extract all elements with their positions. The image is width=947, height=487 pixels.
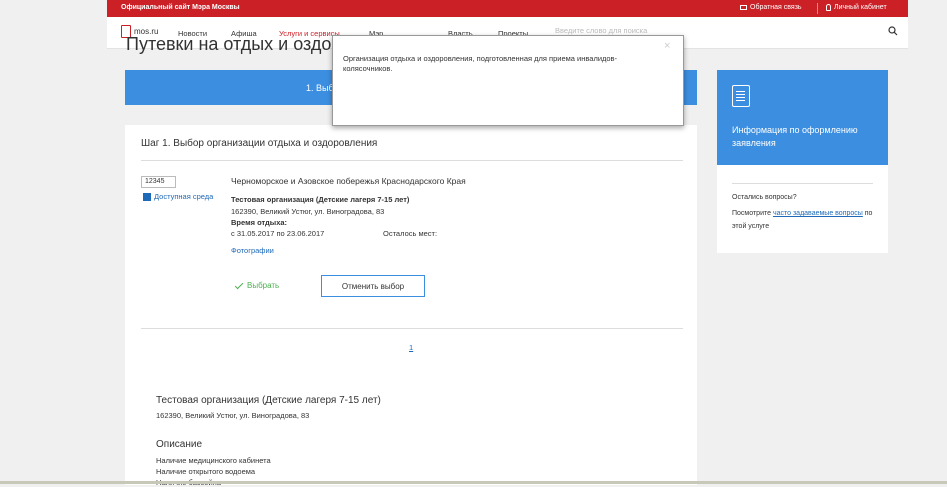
detail-organization-address: 162390, Великий Устюг, ул. Виноградова, … xyxy=(156,411,310,420)
cabinet-link[interactable]: Личный кабинет xyxy=(826,4,887,11)
organization-name: Тестовая организация (Детские лагеря 7-1… xyxy=(231,195,410,204)
cabinet-label: Личный кабинет xyxy=(834,4,887,11)
divider xyxy=(732,183,873,184)
feedback-link[interactable]: Обратная связь xyxy=(740,4,802,11)
search-icon[interactable] xyxy=(888,26,898,36)
top-bar: Официальный сайт Мэра Москвы Обратная св… xyxy=(107,0,908,17)
description-item: Наличие открытого водоема xyxy=(156,467,256,476)
description-item: Наличие медицинского кабинета xyxy=(156,456,271,465)
main-content: Шаг 1. Выбор организации отдыха и оздоро… xyxy=(125,125,697,487)
organization-address: 162390, Великий Устюг, ул. Виноградова, … xyxy=(231,207,385,216)
detail-organization-name: Тестовая организация (Детские лагеря 7-1… xyxy=(156,395,381,406)
rest-dates: с 31.05.2017 по 23.06.2017 xyxy=(231,229,325,238)
accessible-label: Доступная среда xyxy=(154,192,214,201)
tooltip-text: Организация отдыха и оздоровления, подго… xyxy=(343,54,618,73)
close-icon[interactable]: × xyxy=(664,40,670,52)
step-title: Шаг 1. Выбор организации отдыха и оздоро… xyxy=(141,138,378,149)
select-label: Выбрать xyxy=(247,281,280,290)
help-text: Посмотрите часто задаваемые вопросы по э… xyxy=(732,207,882,233)
places-left: Осталось мест: xyxy=(383,229,438,238)
photos-link[interactable]: Фотографии xyxy=(231,246,274,255)
document-icon xyxy=(732,85,750,107)
faq-link[interactable]: часто задаваемые вопросы xyxy=(773,210,863,217)
info-panel[interactable]: Информация по оформлению заявления xyxy=(717,70,888,165)
help-panel: Остались вопросы? Посмотрите часто задав… xyxy=(717,165,888,253)
select-button[interactable]: Выбрать xyxy=(234,280,280,290)
feedback-label: Обратная связь xyxy=(750,4,802,11)
search-input[interactable]: Введите слово для поиска xyxy=(555,26,647,35)
wheelchair-icon xyxy=(143,192,151,201)
questions-label: Остались вопросы? xyxy=(732,194,797,201)
accessible-environment-link[interactable]: Доступная среда xyxy=(143,192,213,201)
rest-time-label: Время отдыха: xyxy=(231,218,288,227)
divider xyxy=(141,160,683,161)
divider xyxy=(141,328,683,329)
help-prefix: Посмотрите xyxy=(732,210,772,217)
organization-region: Черноморское и Азовское побережья Красно… xyxy=(231,176,466,186)
check-icon xyxy=(234,280,244,289)
mail-icon xyxy=(740,5,747,10)
topbar-divider xyxy=(817,3,818,14)
cancel-selection-button[interactable]: Отменить выбор xyxy=(321,275,425,297)
user-icon xyxy=(826,4,831,11)
info-panel-title: Информация по оформлению заявления xyxy=(732,125,858,148)
accessibility-tooltip: × Организация отдыха и оздоровления, под… xyxy=(332,35,684,126)
site-title[interactable]: Официальный сайт Мэра Москвы xyxy=(121,4,240,11)
organization-image: 12345 xyxy=(141,176,176,188)
description-heading: Описание xyxy=(156,439,203,450)
pagination-page[interactable]: 1 xyxy=(409,343,413,352)
